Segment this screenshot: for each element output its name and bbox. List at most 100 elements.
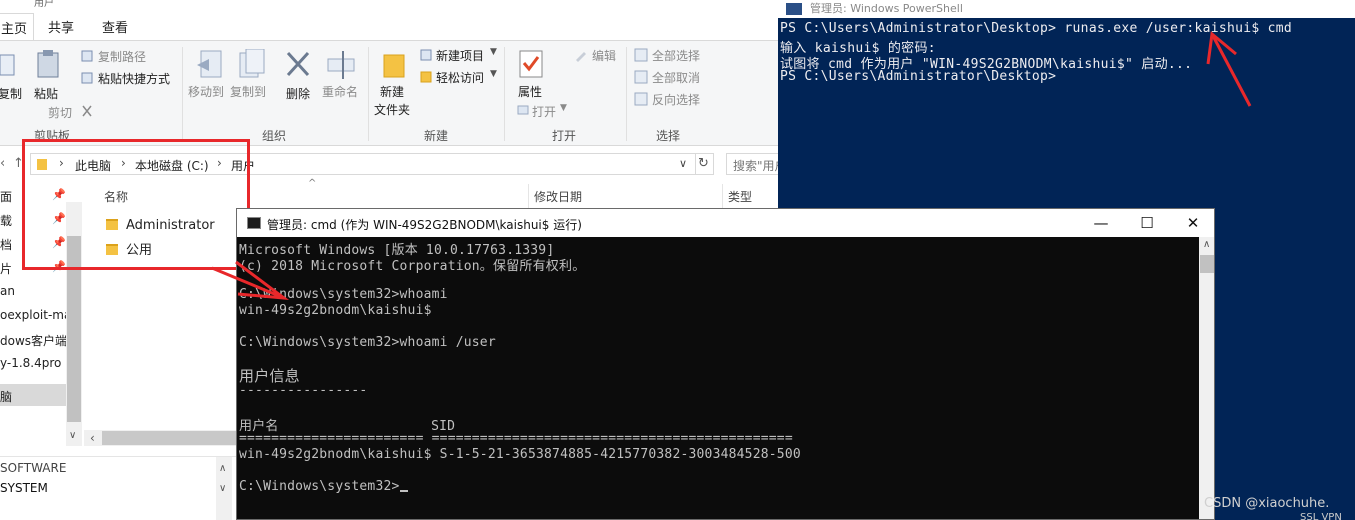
group-select: 选择 <box>656 129 681 143</box>
copy-to-icon[interactable] <box>236 49 266 79</box>
scroll-left-icon[interactable]: ‹ <box>90 431 95 445</box>
easy-access-button[interactable]: 轻松访问 <box>436 69 484 86</box>
new-folder-button-line1[interactable]: 新建 <box>380 83 404 100</box>
group-organize: 组织 <box>262 129 287 143</box>
group-divider <box>368 47 369 141</box>
rename-button[interactable]: 重命名 <box>322 83 358 100</box>
tab-home[interactable]: 主页 <box>0 13 35 41</box>
console-line: C:\Windows\system32>whoami /user <box>239 335 496 350</box>
taskbar-fragment: SSL VPN <box>1300 512 1342 520</box>
refresh-button[interactable]: ↻ <box>694 153 714 175</box>
tab-share[interactable]: 共享 <box>48 17 74 36</box>
copy-path-button[interactable]: 复制路径 <box>98 48 146 65</box>
easy-access-dropdown-icon[interactable]: ▼ <box>490 69 497 79</box>
column-type[interactable]: 类型 <box>728 188 752 205</box>
address-dropdown-icon[interactable]: ∨ <box>679 157 687 170</box>
new-item-icon <box>420 49 432 61</box>
nav-item-downloads[interactable]: 载 <box>0 212 12 229</box>
properties-icon[interactable] <box>518 49 544 79</box>
group-new: 新建 <box>424 129 449 143</box>
cut-button[interactable]: 剪切 <box>48 104 72 121</box>
edit-button[interactable]: 编辑 <box>592 47 616 64</box>
nav-item-this-pc[interactable]: 脑 <box>0 384 66 406</box>
explorer-titlebar: 用户 <box>0 0 782 9</box>
annotation-highlight-box <box>22 139 250 270</box>
delete-icon[interactable] <box>286 51 312 81</box>
back-arrow-icon[interactable]: ‹ <box>0 156 5 171</box>
select-none-button[interactable]: 全部取消 <box>652 69 700 86</box>
powershell-title: 管理员: Windows PowerShell <box>810 2 963 15</box>
new-folder-icon[interactable] <box>382 49 408 79</box>
tree-item-software[interactable]: SOFTWARE <box>0 461 66 475</box>
open-dropdown-icon[interactable]: ▼ <box>560 103 567 113</box>
properties-button[interactable]: 属性 <box>518 83 542 100</box>
open-icon <box>517 105 529 115</box>
invert-selection-icon <box>634 92 648 106</box>
select-all-button[interactable]: 全部选择 <box>652 47 700 64</box>
move-to-icon[interactable] <box>195 49 225 79</box>
console-line: C:\Windows\system32>whoami <box>239 287 448 302</box>
nav-item-pictures[interactable]: 片 <box>0 260 12 277</box>
search-input[interactable]: 搜索"用户" <box>726 153 782 175</box>
invert-selection-button[interactable]: 反向选择 <box>652 91 700 108</box>
nav-item-desktop[interactable]: 面 <box>0 188 12 205</box>
cmd-window: 管理员: cmd (作为 WIN-49S2G2BNODM\kaishui$ 运行… <box>236 208 1215 520</box>
cmd-titlebar[interactable]: 管理员: cmd (作为 WIN-49S2G2BNODM\kaishui$ 运行… <box>237 209 1214 237</box>
column-date[interactable]: 修改日期 <box>534 188 582 205</box>
group-divider <box>626 47 627 141</box>
paste-button[interactable]: 粘贴 <box>34 85 58 102</box>
powershell-icon <box>786 3 802 15</box>
new-item-dropdown-icon[interactable]: ▼ <box>490 47 497 57</box>
copy-button[interactable]: 复制 <box>0 85 22 102</box>
cmd-icon <box>247 217 261 229</box>
scroll-up-icon[interactable]: ∧ <box>219 463 226 474</box>
group-divider <box>182 47 183 141</box>
console-line: ======================= ================… <box>239 431 793 446</box>
close-button[interactable]: ✕ <box>1170 209 1214 237</box>
cmd-scrollbar[interactable]: ∧ <box>1199 237 1214 519</box>
copy-to-button[interactable]: 复制到 <box>230 83 266 100</box>
column-divider[interactable] <box>528 184 529 208</box>
maximize-button[interactable]: ☐ <box>1124 209 1170 237</box>
horizontal-scrollbar-thumb[interactable] <box>102 431 242 445</box>
console-prompt-line: C:\Windows\system32> <box>239 479 408 494</box>
refresh-icon: ↻ <box>698 156 709 171</box>
rename-icon[interactable] <box>326 49 358 79</box>
explorer-title: 用户 <box>34 0 54 9</box>
cmd-scrollbar-thumb[interactable] <box>1200 255 1214 273</box>
new-item-button[interactable]: 新建项目 <box>436 47 484 64</box>
group-open: 打开 <box>552 129 577 143</box>
minimize-button[interactable]: — <box>1078 209 1124 237</box>
console-line: ---------------- <box>239 383 368 398</box>
nav-item-documents[interactable]: 档 <box>0 236 12 253</box>
move-to-button[interactable]: 移动到 <box>188 83 224 100</box>
easy-access-icon <box>420 71 432 83</box>
copy-path-icon <box>81 50 93 62</box>
tab-view[interactable]: 查看 <box>102 17 128 36</box>
scroll-down-icon[interactable]: ∨ <box>69 430 76 441</box>
folder-tree-fragment: SOFTWARE SYSTEM ∧ ∨ <box>0 456 236 520</box>
delete-button[interactable]: 删除 <box>286 85 310 102</box>
powershell-titlebar: 管理员: Windows PowerShell <box>778 0 1355 18</box>
tree-item-system[interactable]: SYSTEM <box>0 481 48 495</box>
cut-icon <box>82 105 92 117</box>
nav-item-version[interactable]: y-1.8.4pro <box>0 356 61 370</box>
scroll-down-icon[interactable]: ∨ <box>219 483 226 494</box>
scroll-up-icon[interactable]: ∧ <box>1203 239 1210 250</box>
ribbon-tabs: 主页 共享 查看 <box>0 12 782 41</box>
column-divider[interactable] <box>722 184 723 208</box>
copy-icon[interactable] <box>0 51 26 81</box>
nav-item-exploit[interactable]: oexploit-ma <box>0 308 71 322</box>
console-line: (c) 2018 Microsoft Corporation。保留所有权利。 <box>239 259 586 274</box>
text-cursor <box>399 490 408 492</box>
open-button[interactable]: 打开 <box>532 103 556 120</box>
group-divider <box>504 47 505 141</box>
watermark: CSDN @xiaochuhe. <box>1204 496 1330 511</box>
horizontal-scrollbar[interactable]: ‹ <box>84 430 242 446</box>
new-folder-button-line2[interactable]: 文件夹 <box>374 101 410 118</box>
paste-icon[interactable] <box>36 49 62 79</box>
paste-shortcut-button[interactable]: 粘贴快捷方式 <box>98 70 170 87</box>
nav-item-an[interactable]: an <box>0 284 15 298</box>
tree-scrollbar[interactable]: ∧ ∨ <box>216 457 232 520</box>
nav-item-windows-client[interactable]: dows客户端 <box>0 332 67 349</box>
